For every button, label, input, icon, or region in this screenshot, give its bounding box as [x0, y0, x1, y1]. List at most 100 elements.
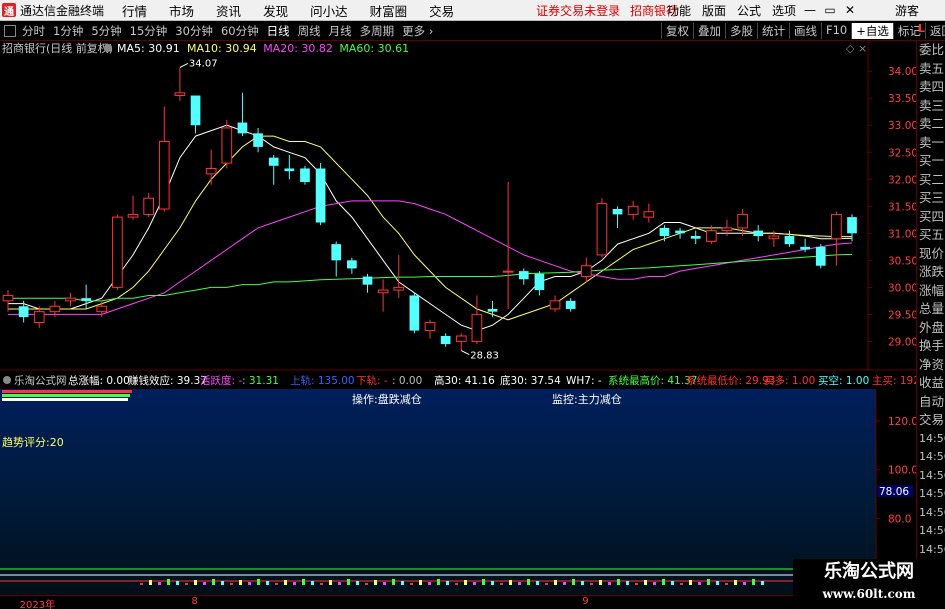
candle-36: [565, 298, 576, 312]
signal-tick-29: [401, 581, 404, 585]
signal-tick-60: [680, 583, 683, 585]
candle-body-8: [127, 213, 139, 218]
right-menu-item-3[interactable]: 选项: [772, 2, 796, 19]
period-tab-10[interactable]: 更多 ›: [402, 23, 433, 39]
period-tab-6[interactable]: 日线: [267, 23, 290, 39]
panel-toggle-icon[interactable]: [4, 24, 16, 37]
tool-button-8[interactable]: 返回: [924, 22, 945, 39]
candle-21: [331, 241, 342, 277]
signal-tick-11: [239, 580, 242, 585]
tool-button-2[interactable]: 多股: [725, 22, 757, 39]
signal-tick-52: [608, 582, 611, 585]
candle-body-4: [65, 297, 76, 302]
signal-tick-42: [518, 582, 521, 585]
period-tab-0[interactable]: 分时: [22, 23, 45, 39]
candlestick-chart[interactable]: 29.00 29.50 30.00 30.50 31.00 31.50 32.00 32.50…: [0, 41, 916, 371]
strength-bar-green: [2, 394, 130, 397]
candle-41: [643, 203, 655, 223]
candle-body-54: [847, 217, 857, 234]
candle-body-34: [534, 273, 545, 291]
menu-item-3[interactable]: 发现: [263, 1, 288, 20]
menu-item-4[interactable]: 问小达: [310, 1, 348, 20]
guest-account[interactable]: 游客: [895, 2, 919, 19]
candle-body-53: [831, 213, 842, 240]
tool-button-1[interactable]: 叠加: [693, 22, 725, 39]
candle-body-51: [800, 246, 810, 250]
signal-tick-12: [248, 582, 251, 585]
candle-34: [534, 271, 545, 296]
period-tab-2[interactable]: 5分钟: [91, 23, 121, 39]
candle-29: [455, 333, 467, 351]
signal-tick-37: [473, 582, 476, 585]
candle-40: [627, 200, 639, 220]
tool-button-4[interactable]: 画线: [789, 22, 821, 39]
indicator-stat-8: 底30: 37.54: [500, 374, 561, 387]
signal-tick-56: [644, 580, 647, 585]
right-menu-item-2[interactable]: 公式: [737, 2, 761, 19]
candle-42: [659, 225, 670, 242]
candle-39: [612, 206, 623, 228]
right-menu-item-1[interactable]: 版面: [702, 2, 726, 19]
quote-side-panel: 委比 卖五 卖四 卖三 卖二 卖一 买一 买二 买三 买四 买五 现价 涨跌 涨幅 总量 外盘 换手 净资 收益 自动…: [916, 41, 945, 609]
signal-tick-65: [725, 583, 728, 585]
period-tab-1[interactable]: 1分钟: [53, 23, 83, 39]
quote-field-9: 买四: [919, 208, 945, 224]
period-tab-7[interactable]: 周线: [298, 23, 321, 39]
candle-body-16: [253, 133, 263, 147]
candle-body-47: [737, 213, 748, 229]
quote-field-15: 外盘: [919, 319, 945, 335]
period-tab-5[interactable]: 60分钟: [221, 23, 259, 39]
candle-43: [675, 227, 685, 239]
period-tab-4[interactable]: 30分钟: [175, 23, 213, 39]
menu-item-5[interactable]: 财富圈: [370, 1, 408, 20]
candle-8: [127, 195, 139, 220]
quote-field-20: 交易: [919, 412, 945, 427]
candle-body-40: [627, 205, 639, 215]
indicator-stat-10: 系统最高价: 41.37: [608, 374, 697, 387]
trade-login-notice[interactable]: 证券交易未登录 招商银行: [536, 2, 678, 19]
tool-button-3[interactable]: 统计: [757, 22, 789, 39]
quote-field-19: 自动: [919, 393, 945, 409]
candle-body-49: [768, 235, 780, 240]
signal-tick-69: [761, 581, 764, 585]
candle-30: [471, 295, 483, 345]
candle-body-11: [174, 92, 186, 97]
candle-2: [33, 306, 45, 328]
candle-body-44: [690, 236, 701, 239]
menu-item-2[interactable]: 资讯: [216, 1, 241, 20]
period-tab-3[interactable]: 15分钟: [130, 23, 168, 39]
candle-44: [690, 230, 701, 245]
menu-item-0[interactable]: 行情: [122, 1, 147, 20]
candle-10: [158, 106, 170, 212]
candle-11: [174, 67, 186, 101]
restore-icon[interactable]: ▭: [820, 3, 840, 17]
period-tab-9[interactable]: 多周期: [360, 23, 395, 39]
low-pointer: [461, 350, 470, 356]
signal-tick-6: [194, 580, 197, 585]
signal-tick-54: [626, 581, 629, 585]
signal-tick-23: [347, 579, 350, 585]
candle-body-22: [347, 260, 357, 269]
candle-body-0: [2, 294, 14, 302]
tool-button-6[interactable]: +自选: [851, 22, 893, 39]
signal-tick-61: [689, 580, 692, 585]
signal-tick-20: [320, 583, 323, 585]
candle-50: [784, 230, 795, 247]
quote-field-18: 收益: [919, 375, 945, 390]
signal-tick-50: [590, 583, 593, 585]
ma-legend-0: MA5: 30.91: [117, 42, 180, 55]
indicator-panel[interactable]: 乐淘公式网 总涨幅: 0.00赚钱效应: 39.37活跃度: -: 31.31 上轨…: [0, 373, 916, 595]
candle-16: [253, 127, 263, 153]
indicator-stat-1: 赚钱效应: 39.37: [128, 374, 207, 387]
minimize-icon[interactable]: —: [800, 3, 820, 17]
period-tab-8[interactable]: 月线: [329, 23, 352, 39]
menu-item-1[interactable]: 市场: [169, 1, 194, 20]
candle-body-32: [502, 270, 514, 273]
tool-button-5[interactable]: F10: [821, 22, 851, 39]
menu-item-6[interactable]: 交易: [429, 1, 454, 20]
indicator-stat-14: 主买: 192214.97: [872, 375, 916, 387]
right-menu-item-0[interactable]: 功能: [667, 2, 691, 19]
tool-button-0[interactable]: 复权: [661, 22, 693, 39]
close-icon[interactable]: ✕: [840, 3, 860, 17]
quote-field-12: 涨跌: [919, 264, 945, 279]
